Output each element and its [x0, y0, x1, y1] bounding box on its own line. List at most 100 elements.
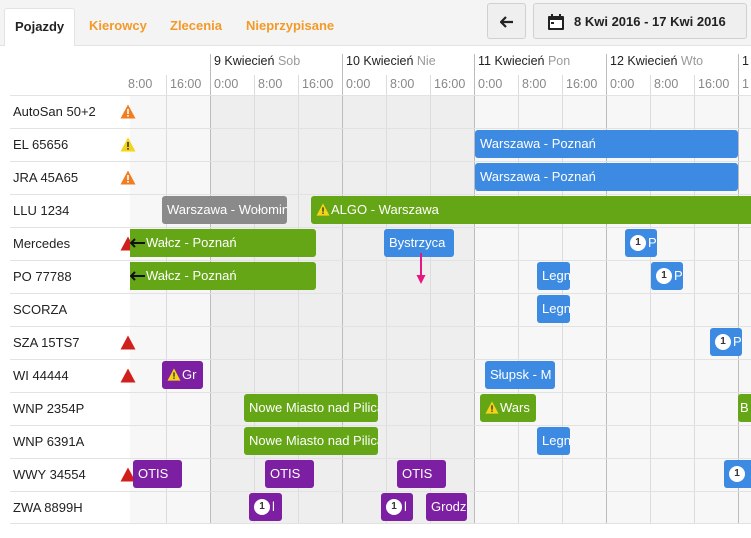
tab-pojazdy[interactable]: Pojazdy [4, 8, 76, 46]
trip-event[interactable]: Grodz [426, 493, 467, 521]
vehicle-name[interactable]: WNP 6391A [13, 434, 84, 449]
day-header: 12 Kwiecień Wto [610, 54, 704, 68]
vehicle-row: SCORZA [10, 293, 751, 326]
trip-event[interactable]: Słupsk - M [485, 361, 555, 389]
warning-icon [120, 335, 136, 350]
trip-label: Wars [500, 400, 530, 415]
day-header: 10 Kwiecień Nie [346, 54, 436, 68]
hour-header: 16:00 [566, 77, 598, 91]
grid-bottom-line [10, 523, 751, 524]
trip-label: Wałcz - Poznań [146, 268, 237, 283]
hour-header: 16:00 [434, 77, 466, 91]
warning-icon [485, 400, 499, 414]
count-badge: 1 [630, 234, 646, 251]
vehicle-row: WNP 2354P [10, 392, 751, 425]
trip-label: P [674, 268, 683, 283]
vehicle-row: PO 77788 [10, 260, 751, 293]
trip-label: Gr [182, 367, 197, 382]
date-range-button[interactable]: 8 Kwi 2016 - 17 Kwi 2016 [533, 3, 747, 39]
trip-label: P [733, 334, 742, 349]
warning-icon [120, 137, 136, 152]
trip-event[interactable]: Wałcz - Poznań [130, 262, 316, 290]
top-bar: Pojazdy Kierowcy Zlecenia Nieprzypisane … [0, 0, 751, 46]
hour-header: 0:00 [478, 77, 503, 91]
hour-header: 0:00 [610, 77, 635, 91]
hour-header: 8:00 [258, 77, 283, 91]
warning-icon [120, 104, 136, 119]
trip-event[interactable]: 1P [710, 328, 742, 356]
hour-header: 16:00 [698, 77, 730, 91]
trip-event[interactable]: Warszawa - Poznań [475, 163, 738, 191]
day-header: 1 [742, 54, 749, 68]
hour-header: 1 [742, 77, 749, 91]
trip-label: l [272, 499, 275, 514]
calendar-icon [548, 14, 564, 30]
vehicle-name[interactable]: WWY 34554 [13, 467, 86, 482]
tab-kierowcy[interactable]: Kierowcy [79, 8, 157, 46]
tab-zlecenia[interactable]: Zlecenia [160, 8, 232, 46]
hour-header: 8:00 [522, 77, 547, 91]
vehicle-row: WNP 6391A [10, 425, 751, 458]
count-badge: 1 [715, 333, 731, 350]
back-button[interactable] [487, 3, 526, 39]
count-badge: 1 [729, 465, 745, 482]
trip-label: Wałcz - Poznań [146, 235, 237, 250]
trip-event[interactable]: Nowe Miasto nad Pilicą [244, 394, 378, 422]
hour-header: 0:00 [214, 77, 239, 91]
vehicle-row: AutoSan 50+2 [10, 95, 751, 128]
vehicle-row: SZA 15TS7 [10, 326, 751, 359]
arrow-left-icon [130, 270, 145, 281]
vehicle-row: WI 44444 [10, 359, 751, 392]
hour-header: 16:00 [170, 77, 202, 91]
time-marker-arrow-icon [416, 253, 426, 284]
vehicle-name[interactable]: LLU 1234 [13, 203, 69, 218]
vehicle-name[interactable]: EL 65656 [13, 137, 68, 152]
warning-icon [120, 368, 136, 383]
trip-label: P [648, 235, 657, 250]
count-badge: 1 [254, 498, 270, 515]
vehicle-name[interactable]: WI 44444 [13, 368, 69, 383]
vehicle-row: WWY 34554 [10, 458, 751, 491]
trip-event[interactable]: Warszawa - Wołomin [162, 196, 287, 224]
arrow-left-icon [500, 16, 513, 28]
hour-header: 8:00 [128, 77, 153, 91]
trip-event[interactable]: 1l [249, 493, 282, 521]
trip-event[interactable]: Wałcz - Poznań [130, 229, 316, 257]
warning-icon [167, 367, 181, 381]
vehicle-name[interactable]: JRA 45A65 [13, 170, 78, 185]
day-header: 9 Kwiecień Sob [214, 54, 301, 68]
trip-event[interactable]: Gr [162, 361, 203, 389]
trip-event[interactable]: OTIS [265, 460, 314, 488]
trip-event[interactable]: Legn [537, 262, 570, 290]
trip-label: ALGO - Warszawa [331, 202, 439, 217]
trip-event[interactable]: 1P [625, 229, 657, 257]
trip-event[interactable]: Legn [537, 427, 570, 455]
vehicle-name[interactable]: PO 77788 [13, 269, 72, 284]
hour-header: 8:00 [654, 77, 679, 91]
count-badge: 1 [386, 498, 402, 515]
hour-header: 8:00 [390, 77, 415, 91]
hour-header: 0:00 [346, 77, 371, 91]
trip-event[interactable]: 1l [381, 493, 413, 521]
trip-event[interactable]: Legn [537, 295, 570, 323]
trip-label: l [404, 499, 407, 514]
trip-event[interactable]: Nowe Miasto nad Pilicą [244, 427, 378, 455]
count-badge: 1 [656, 267, 672, 284]
trip-event[interactable]: OTIS [133, 460, 182, 488]
trip-event[interactable]: Warszawa - Poznań [475, 130, 738, 158]
vehicle-name[interactable]: AutoSan 50+2 [13, 104, 96, 119]
arrow-left-icon [130, 237, 145, 248]
trip-event[interactable]: 1P [651, 262, 683, 290]
trip-event[interactable]: Wars [480, 394, 536, 422]
vehicle-name[interactable]: ZWA 8899H [13, 500, 83, 515]
vehicle-name[interactable]: WNP 2354P [13, 401, 84, 416]
vehicle-name[interactable]: SZA 15TS7 [13, 335, 79, 350]
vehicle-name[interactable]: SCORZA [13, 302, 67, 317]
trip-event[interactable]: ALGO - Warszawa [311, 196, 751, 224]
vehicle-name[interactable]: Mercedes [13, 236, 70, 251]
trip-event[interactable]: B [738, 394, 751, 422]
trip-event[interactable]: 1 [724, 460, 751, 488]
tab-nieprzypisane[interactable]: Nieprzypisane [236, 8, 344, 46]
date-range-label: 8 Kwi 2016 - 17 Kwi 2016 [574, 14, 726, 29]
trip-event[interactable]: OTIS [397, 460, 446, 488]
